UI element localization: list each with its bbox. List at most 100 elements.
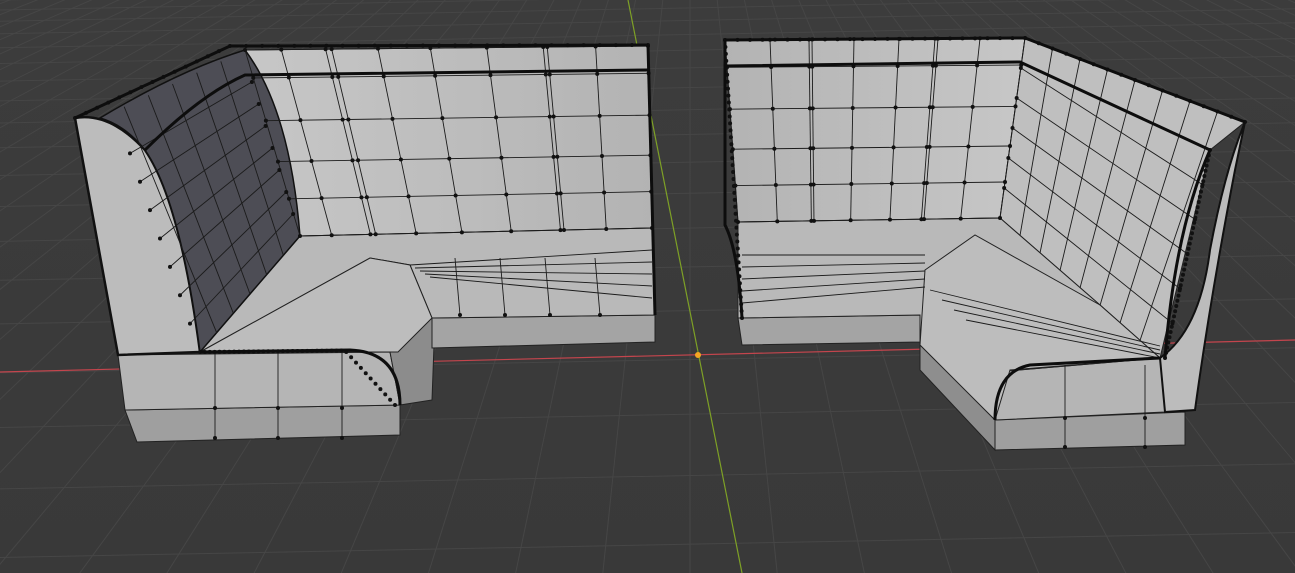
mesh-vertex[interactable] — [1202, 174, 1207, 178]
mesh-vertex[interactable] — [551, 154, 556, 159]
mesh-vertex[interactable] — [731, 177, 736, 181]
mesh-vertex[interactable] — [1177, 288, 1182, 293]
mesh-vertex[interactable] — [1188, 236, 1193, 241]
mesh-vertex[interactable] — [726, 100, 731, 105]
mesh-vertex[interactable] — [1018, 66, 1023, 70]
viewport-canvas[interactable] — [0, 0, 1295, 573]
mesh-vertex[interactable] — [891, 145, 896, 150]
mesh-vertex[interactable] — [728, 135, 733, 140]
mesh-vertex[interactable] — [772, 146, 777, 151]
mesh-vertex[interactable] — [728, 121, 733, 126]
mesh-vertex[interactable] — [249, 80, 254, 84]
mesh-vertex[interactable] — [1143, 445, 1147, 449]
mesh-vertex[interactable] — [488, 73, 493, 78]
mesh-vertex[interactable] — [1201, 179, 1206, 184]
mesh-vertex[interactable] — [732, 197, 737, 202]
mesh-vertex[interactable] — [263, 118, 268, 123]
mesh-vertex[interactable] — [1179, 278, 1184, 282]
mesh-vertex[interactable] — [298, 118, 303, 123]
mesh-vertex[interactable] — [393, 403, 397, 407]
mesh-vertex[interactable] — [1181, 272, 1185, 277]
mesh-vertex[interactable] — [1203, 168, 1208, 173]
mesh-vertex[interactable] — [364, 195, 369, 200]
mesh-vertex[interactable] — [558, 191, 563, 196]
mesh-vertex[interactable] — [1176, 293, 1181, 298]
mesh-vertex[interactable] — [309, 159, 314, 164]
mesh-vertex[interactable] — [562, 228, 566, 232]
mesh-vertex[interactable] — [494, 115, 499, 120]
mesh-vertex[interactable] — [727, 114, 732, 119]
mesh-vertex[interactable] — [543, 72, 548, 77]
mesh-vertex[interactable] — [287, 196, 291, 201]
mesh-vertex[interactable] — [277, 168, 282, 172]
mesh-vertex[interactable] — [595, 71, 600, 76]
mesh-vertex[interactable] — [359, 195, 364, 200]
mesh-vertex[interactable] — [1003, 180, 1007, 184]
mesh-vertex[interactable] — [440, 116, 445, 121]
mesh-vertex[interactable] — [548, 313, 552, 317]
mesh-vertex[interactable] — [349, 355, 354, 360]
mesh-vertex[interactable] — [927, 144, 932, 149]
mesh-vertex[interactable] — [340, 117, 345, 122]
mesh-vertex[interactable] — [811, 218, 816, 223]
mesh-vertex[interactable] — [329, 47, 334, 52]
mesh-vertex[interactable] — [499, 155, 504, 160]
mesh-vertex[interactable] — [286, 75, 291, 80]
mesh-vertex[interactable] — [378, 387, 383, 392]
mesh-vertex[interactable] — [849, 182, 854, 187]
mesh-vertex[interactable] — [732, 190, 737, 195]
mesh-vertex[interactable] — [775, 219, 780, 224]
mesh-vertex[interactable] — [251, 75, 256, 80]
mesh-vertex[interactable] — [730, 163, 735, 168]
mesh-vertex[interactable] — [731, 170, 736, 175]
mesh-vertex[interactable] — [346, 117, 351, 122]
mesh-vertex[interactable] — [276, 159, 280, 164]
mesh-vertex[interactable] — [849, 145, 854, 150]
mesh-vertex[interactable] — [850, 105, 855, 110]
mesh-vertex[interactable] — [735, 239, 740, 244]
mesh-vertex[interactable] — [1194, 210, 1199, 215]
mesh-vertex[interactable] — [433, 73, 438, 78]
mesh-vertex[interactable] — [1197, 194, 1202, 199]
mesh-vertex[interactable] — [330, 74, 335, 79]
mesh-vertex[interactable] — [1173, 309, 1178, 314]
mesh-vertex[interactable] — [998, 216, 1002, 220]
mesh-vertex[interactable] — [368, 376, 373, 381]
mesh-vertex[interactable] — [962, 180, 967, 185]
mesh-vertex[interactable] — [598, 313, 602, 317]
mesh-vertex[interactable] — [459, 230, 464, 235]
mesh-vertex[interactable] — [279, 47, 284, 52]
mesh-vertex[interactable] — [243, 48, 247, 52]
mesh-vertex[interactable] — [1196, 200, 1201, 204]
mesh-vertex[interactable] — [263, 124, 268, 128]
mesh-vertex[interactable] — [148, 208, 152, 213]
mesh-vertex[interactable] — [1002, 186, 1007, 190]
mesh-vertex[interactable] — [1184, 257, 1189, 262]
mesh-vertex[interactable] — [354, 360, 358, 365]
mesh-vertex[interactable] — [736, 253, 741, 258]
mesh-vertex[interactable] — [924, 181, 929, 186]
mesh-vertex[interactable] — [158, 236, 162, 241]
mesh-vertex[interactable] — [727, 107, 732, 112]
mesh-vertex[interactable] — [323, 47, 328, 52]
mesh-vertex[interactable] — [1172, 314, 1176, 319]
mesh-vertex[interactable] — [1063, 416, 1067, 420]
mesh-vertex[interactable] — [1199, 189, 1203, 194]
mesh-vertex[interactable] — [363, 371, 368, 376]
mesh-vertex[interactable] — [414, 231, 419, 236]
mesh-vertex[interactable] — [213, 406, 217, 410]
mesh-vertex[interactable] — [138, 179, 142, 184]
mesh-vertex[interactable] — [1008, 144, 1012, 148]
mesh-vertex[interactable] — [734, 218, 739, 223]
mesh-vertex[interactable] — [811, 182, 816, 187]
mesh-vertex[interactable] — [1013, 104, 1018, 109]
mesh-vertex[interactable] — [1143, 416, 1147, 420]
mesh-vertex[interactable] — [1183, 262, 1188, 267]
mesh-vertex[interactable] — [970, 104, 975, 109]
mesh-vertex[interactable] — [602, 190, 607, 195]
mesh-vertex[interactable] — [178, 293, 182, 298]
mesh-vertex[interactable] — [734, 232, 739, 237]
3d-viewport[interactable] — [0, 0, 1295, 573]
mesh-vertex[interactable] — [381, 74, 386, 79]
mesh-vertex[interactable] — [447, 156, 452, 161]
